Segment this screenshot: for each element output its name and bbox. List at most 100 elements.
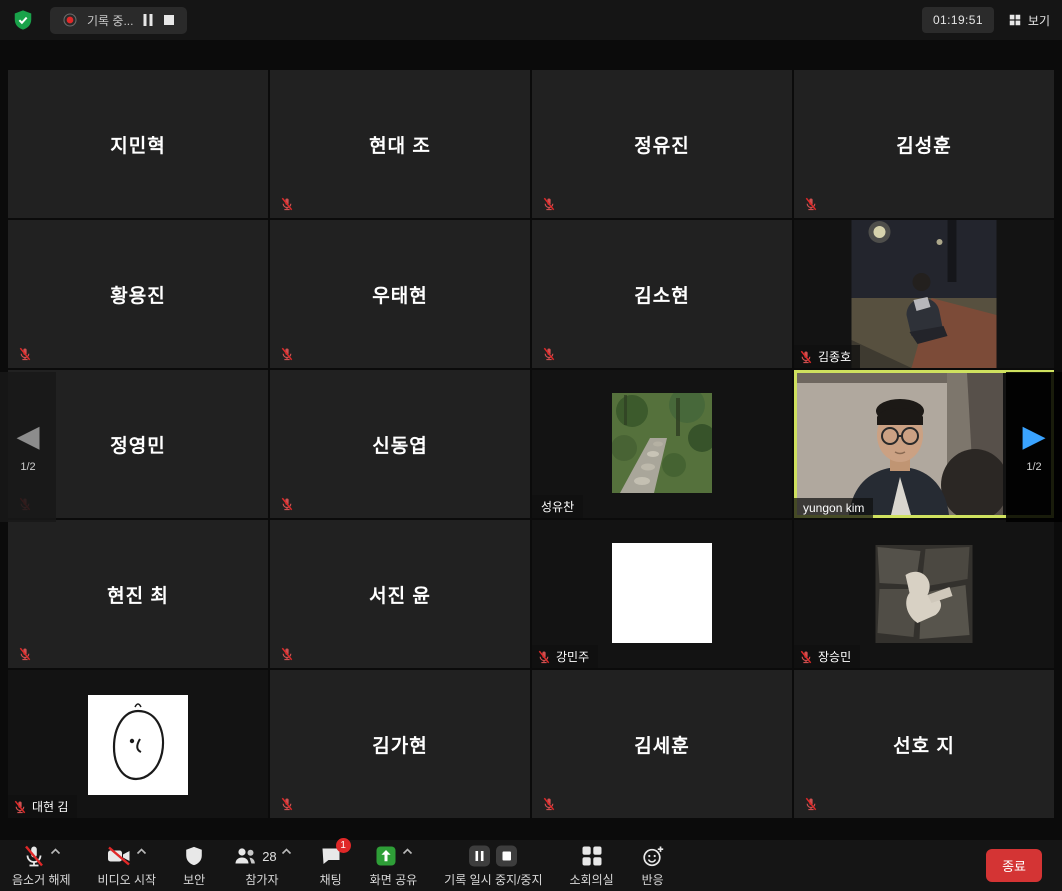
participant-name: 김소현	[634, 281, 689, 308]
muted-mic-icon	[799, 650, 813, 664]
reactions-icon	[641, 844, 665, 868]
record-controls-icon	[468, 844, 518, 868]
record-dot-icon	[62, 12, 78, 28]
toolbar-label: 음소거 해제	[12, 871, 71, 888]
toolbar-label: 소회의실	[569, 871, 613, 888]
chevron-up-icon[interactable]	[136, 848, 147, 855]
end-meeting-button[interactable]: 종료	[986, 849, 1042, 882]
participant-count: 28	[262, 849, 276, 864]
participant-tile-16[interactable]: 장승민	[794, 520, 1054, 668]
participant-name: 김성훈	[896, 131, 951, 158]
muted-mic-icon	[542, 347, 556, 361]
participant-tile-8[interactable]: 김종호	[794, 220, 1054, 368]
video-stage: 지민혁현대 조정유진김성훈황용진우태현김소현김종호정영민신동엽성유찬yungon…	[0, 40, 1062, 840]
participant-tile-3[interactable]: 정유진	[532, 70, 792, 218]
muted-mic-icon	[280, 197, 294, 211]
toolbar-label: 반응	[642, 871, 664, 888]
chevron-up-icon[interactable]	[402, 848, 413, 855]
toolbar-label: 참가자	[245, 871, 278, 888]
pause-recording-button[interactable]	[142, 13, 154, 27]
participant-tile-14[interactable]: 서진 윤	[270, 520, 530, 668]
participant-name: 현대 조	[369, 131, 431, 158]
meeting-timer: 01:19:51	[922, 7, 994, 33]
participant-name: 강민주	[556, 648, 589, 665]
view-button[interactable]: 보기	[1008, 12, 1050, 29]
toolbar-label: 화면 공유	[370, 871, 418, 888]
chevron-left-icon: ◀	[16, 422, 39, 452]
participants-icon	[232, 844, 258, 868]
participant-name: 서진 윤	[369, 581, 431, 608]
participant-tile-19[interactable]: 김세훈	[532, 670, 792, 818]
participant-tile-18[interactable]: 김가현	[270, 670, 530, 818]
stop-recording-button[interactable]	[163, 14, 175, 26]
participant-tile-7[interactable]: 김소현	[532, 220, 792, 368]
participant-name-label: 성유찬	[532, 495, 583, 518]
muted-mic-icon	[804, 797, 818, 811]
chat-icon: 1	[319, 844, 343, 868]
toolbar-mic-muted-button[interactable]: 음소거 해제	[12, 843, 71, 888]
toolbar-label: 보안	[183, 871, 205, 888]
participant-name: 대현 김	[32, 798, 68, 815]
participant-tile-15[interactable]: 강민주	[532, 520, 792, 668]
chevron-up-icon[interactable]	[281, 848, 292, 855]
toolbar-shield-button[interactable]: 보안	[183, 843, 205, 888]
muted-mic-icon	[542, 797, 556, 811]
participant-grid: 지민혁현대 조정유진김성훈황용진우태현김소현김종호정영민신동엽성유찬yungon…	[0, 70, 1062, 818]
camera-muted-icon	[106, 844, 132, 868]
participant-name: 김세훈	[634, 731, 689, 758]
participant-tile-17[interactable]: 대현 김	[8, 670, 268, 818]
toolbar-reactions-button[interactable]: 반응	[641, 843, 665, 888]
muted-mic-icon	[18, 347, 32, 361]
muted-mic-icon	[537, 650, 551, 664]
participant-video	[797, 373, 1003, 515]
toolbar-share-screen-button[interactable]: 화면 공유	[370, 843, 418, 888]
participant-tile-11[interactable]: 성유찬	[532, 370, 792, 518]
page-indicator-right: 1/2	[1026, 461, 1041, 473]
participant-tile-5[interactable]: 황용진	[8, 220, 268, 368]
participant-name: 신동엽	[372, 431, 427, 458]
participant-white-board	[612, 543, 712, 643]
participant-drawing	[88, 695, 188, 795]
participant-name: 김가현	[372, 731, 427, 758]
recording-indicator: 기록 중...	[50, 7, 187, 34]
share-screen-icon	[374, 844, 398, 868]
participant-name: 선호 지	[893, 731, 955, 758]
view-button-label: 보기	[1028, 12, 1050, 29]
muted-mic-icon	[280, 647, 294, 661]
participant-tile-4[interactable]: 김성훈	[794, 70, 1054, 218]
chevron-up-icon[interactable]	[50, 848, 61, 855]
next-page-button[interactable]: ▶ 1/2	[1006, 372, 1062, 522]
participant-tile-10[interactable]: 신동엽	[270, 370, 530, 518]
participant-name-label: 김종호	[794, 345, 860, 368]
participant-tile-1[interactable]: 지민혁	[8, 70, 268, 218]
toolbar-label: 기록 일시 중지/중지	[444, 871, 542, 888]
participant-name-label: 강민주	[532, 645, 598, 668]
unread-chat-badge: 1	[336, 838, 351, 853]
participant-name: 황용진	[110, 281, 165, 308]
participant-name: yungon kim	[803, 501, 864, 515]
previous-page-button[interactable]: ◀ 1/2	[0, 372, 56, 522]
toolbar-participants-button[interactable]: 28 참가자	[232, 843, 291, 888]
participant-name: 장승민	[818, 648, 851, 665]
toolbar-label: 채팅	[320, 871, 342, 888]
participant-photo-hand	[876, 545, 973, 643]
participant-name: 성유찬	[541, 498, 574, 515]
grid-view-icon	[1008, 13, 1022, 27]
toolbar-label: 비디오 시작	[98, 871, 157, 888]
participant-name: 지민혁	[110, 131, 165, 158]
participant-tile-13[interactable]: 현진 최	[8, 520, 268, 668]
chevron-right-icon: ▶	[1022, 422, 1045, 452]
toolbar-record-controls-button[interactable]: 기록 일시 중지/중지	[444, 843, 542, 888]
participant-tile-2[interactable]: 현대 조	[270, 70, 530, 218]
page-indicator-left: 1/2	[20, 461, 35, 473]
toolbar-chat-button[interactable]: 1 채팅	[319, 843, 343, 888]
toolbar-camera-muted-button[interactable]: 비디오 시작	[98, 843, 157, 888]
participant-name: 현진 최	[107, 581, 169, 608]
muted-mic-icon	[799, 350, 813, 364]
participant-name: 정유진	[634, 131, 689, 158]
participant-tile-20[interactable]: 선호 지	[794, 670, 1054, 818]
participant-name-label: yungon kim	[794, 498, 873, 518]
participant-tile-6[interactable]: 우태현	[270, 220, 530, 368]
participant-name: 김종호	[818, 348, 851, 365]
toolbar-breakout-rooms-button[interactable]: 소회의실	[569, 843, 613, 888]
